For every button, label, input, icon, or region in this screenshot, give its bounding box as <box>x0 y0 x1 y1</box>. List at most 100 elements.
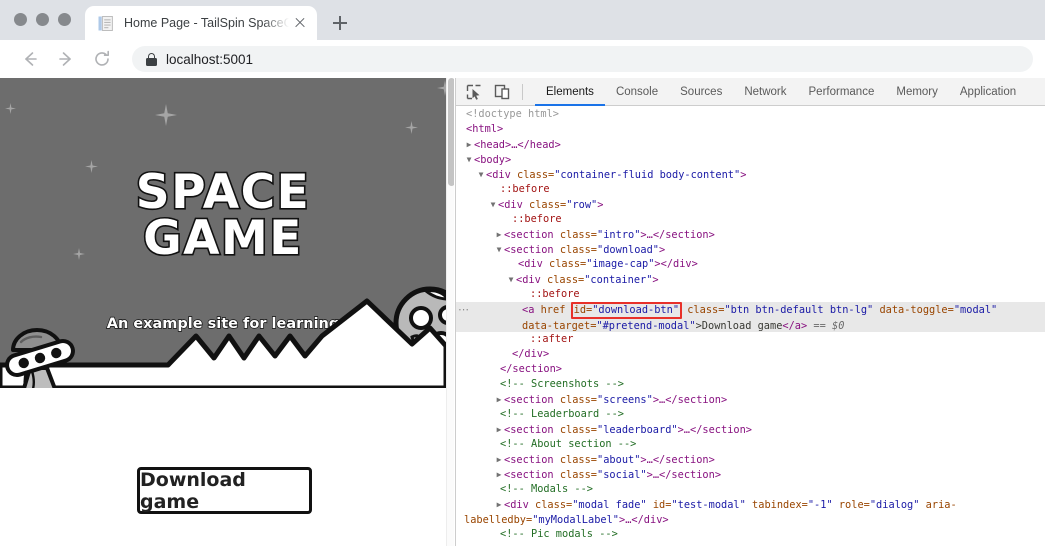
page-scrollbar[interactable] <box>446 78 454 546</box>
collapse-triangle-icon[interactable]: ▼ <box>464 152 474 167</box>
after-pseudo: ::after <box>530 333 574 345</box>
role-value: "dialog" <box>869 499 920 511</box>
dom-node-body[interactable]: ▼ <body> <box>456 152 1045 167</box>
dom-node-section-intro[interactable]: ▶ <section class="intro">…</section> <box>456 227 1045 242</box>
data-toggle-value: "modal" <box>953 304 998 316</box>
dom-tree[interactable]: <!doctype html> <html> ▶ <head>…</head> ▼… <box>456 107 1045 546</box>
dom-node-before-2[interactable]: ::before <box>456 212 1045 227</box>
collapse-triangle-icon[interactable]: ▼ <box>476 167 486 182</box>
tab-console[interactable]: Console <box>605 78 669 105</box>
dom-node-container-fluid[interactable]: ▼ <div class="container-fluid body-conten… <box>456 167 1045 182</box>
expand-triangle-icon[interactable]: ▶ <box>464 137 474 152</box>
anchor-text: >Download game <box>695 320 783 332</box>
dom-comment-about[interactable]: <!-- About section --> <box>456 437 1045 452</box>
device-toolbar-icon[interactable] <box>492 82 512 102</box>
dom-node-head[interactable]: ▶ <head>…</head> <box>456 137 1045 152</box>
div-tag: <div <box>518 258 543 270</box>
ufo-icon <box>5 328 75 388</box>
forward-arrow-icon <box>59 52 71 66</box>
document-favicon <box>97 15 114 32</box>
browser-window: Home Page - TailSpin SpaceGame <box>0 0 1045 546</box>
anchor-tag: <a <box>522 304 535 316</box>
tab-strip: Home Page - TailSpin SpaceGame <box>0 0 1045 40</box>
dom-node-close-section-download[interactable]: </section> <box>456 362 1045 377</box>
div-close-tag: </div> <box>512 348 550 360</box>
page-scrollbar-thumb[interactable] <box>447 78 454 186</box>
close-tab-icon[interactable] <box>291 14 309 32</box>
tab-network-label: Network <box>744 85 787 98</box>
class-value: "social" <box>597 469 647 481</box>
browser-tab[interactable]: Home Page - TailSpin SpaceGame <box>85 6 317 40</box>
minimize-window-button[interactable] <box>36 13 49 26</box>
class-attr: class= <box>559 469 598 481</box>
dom-node-section-screens[interactable]: ▶ <section class="screens">…</section> <box>456 392 1045 407</box>
node-badge-icon[interactable]: ⋯ <box>458 304 470 315</box>
comment-text: <!-- Modals --> <box>500 483 593 495</box>
tab-performance[interactable]: Performance <box>798 78 886 105</box>
collapse-triangle-icon[interactable]: ▼ <box>506 272 516 287</box>
dom-node-test-modal[interactable]: ▶ <div class="modal fade" id="test-modal"… <box>456 497 1045 527</box>
back-button[interactable] <box>16 45 44 73</box>
tab-application[interactable]: Application <box>949 78 1027 105</box>
expand-triangle-icon[interactable]: ▶ <box>494 392 504 407</box>
dom-node-section-social[interactable]: ▶ <section class="social">…</section> <box>456 467 1045 482</box>
dom-node-section-leaderboard[interactable]: ▶ <section class="leaderboard">…</section… <box>456 422 1045 437</box>
close-window-button[interactable] <box>14 13 27 26</box>
before-pseudo: ::before <box>530 288 580 300</box>
dom-node-before-1[interactable]: ::before <box>456 182 1045 197</box>
div-close: ></div> <box>654 258 698 270</box>
div-close: >…</div> <box>619 514 669 526</box>
class-value: "btn btn-default btn-lg" <box>724 304 874 316</box>
dom-node-image-cap[interactable]: <div class="image-cap"></div> <box>456 257 1045 272</box>
toolbar-divider <box>522 83 523 100</box>
class-attr: class= <box>517 169 555 181</box>
star-icon <box>5 103 16 114</box>
expand-triangle-icon[interactable]: ▶ <box>494 227 504 242</box>
tab-network[interactable]: Network <box>733 78 797 105</box>
dom-node-close-container[interactable]: </div> <box>456 347 1045 362</box>
dom-node-container[interactable]: ▼ <div class="container"> <box>456 272 1045 287</box>
data-target-value: "#pretend-modal" <box>596 320 696 332</box>
dom-node-before-3[interactable]: ::before <box>456 287 1045 302</box>
data-toggle-attr: data-toggle= <box>879 304 954 316</box>
expand-triangle-icon[interactable]: ▶ <box>494 497 504 512</box>
anchor-close: </a> <box>782 320 808 332</box>
comment-text: <!-- Pic modals --> <box>500 528 618 540</box>
tab-sources-label: Sources <box>680 85 723 98</box>
expand-triangle-icon[interactable]: ▶ <box>494 422 504 437</box>
dom-node-download-btn-anchor[interactable]: ⋯ <a href id="download-btn" class="btn b… <box>456 302 1045 332</box>
before-pseudo: ::before <box>512 213 562 225</box>
expand-triangle-icon[interactable]: ▶ <box>494 452 504 467</box>
tab-elements[interactable]: Elements <box>535 78 605 106</box>
dom-node-row[interactable]: ▼ <div class="row"> <box>456 197 1045 212</box>
collapse-triangle-icon[interactable]: ▼ <box>494 242 504 257</box>
tab-sources[interactable]: Sources <box>669 78 733 105</box>
devtools-tool-buttons <box>456 78 535 105</box>
dom-comment-modals[interactable]: <!-- Modals --> <box>456 482 1045 497</box>
id-attr: id= <box>652 499 672 511</box>
dom-node-after-1[interactable]: ::after <box>456 332 1045 347</box>
maximize-window-button[interactable] <box>58 13 71 26</box>
dom-node-html[interactable]: <html> <box>456 122 1045 137</box>
tab-memory[interactable]: Memory <box>885 78 949 105</box>
section-tag: <section <box>504 229 554 241</box>
tab-console-label: Console <box>615 85 659 98</box>
dom-node-section-download[interactable]: ▼ <section class="download"> <box>456 242 1045 257</box>
dom-node-doctype[interactable]: <!doctype html> <box>456 107 1045 122</box>
dom-comment-pic-modals[interactable]: <!-- Pic modals --> <box>456 527 1045 542</box>
address-bar[interactable]: localhost:5001 <box>132 46 1033 72</box>
lock-icon <box>146 52 157 66</box>
forward-button[interactable] <box>52 45 80 73</box>
dom-node-section-about[interactable]: ▶ <section class="about">…</section> <box>456 452 1045 467</box>
dom-comment-screenshots[interactable]: <!-- Screenshots --> <box>456 377 1045 392</box>
collapse-triangle-icon[interactable]: ▼ <box>488 197 498 212</box>
expand-triangle-icon[interactable]: ▶ <box>494 467 504 482</box>
dom-comment-leaderboard[interactable]: <!-- Leaderboard --> <box>456 407 1045 422</box>
window-controls[interactable] <box>14 13 71 26</box>
section-tag: <section <box>504 469 554 481</box>
new-tab-button[interactable] <box>328 11 352 35</box>
class-attr: class= <box>535 499 573 511</box>
download-game-button[interactable]: Download game <box>137 467 312 514</box>
reload-button[interactable] <box>88 45 116 73</box>
inspect-element-icon[interactable] <box>464 82 484 102</box>
